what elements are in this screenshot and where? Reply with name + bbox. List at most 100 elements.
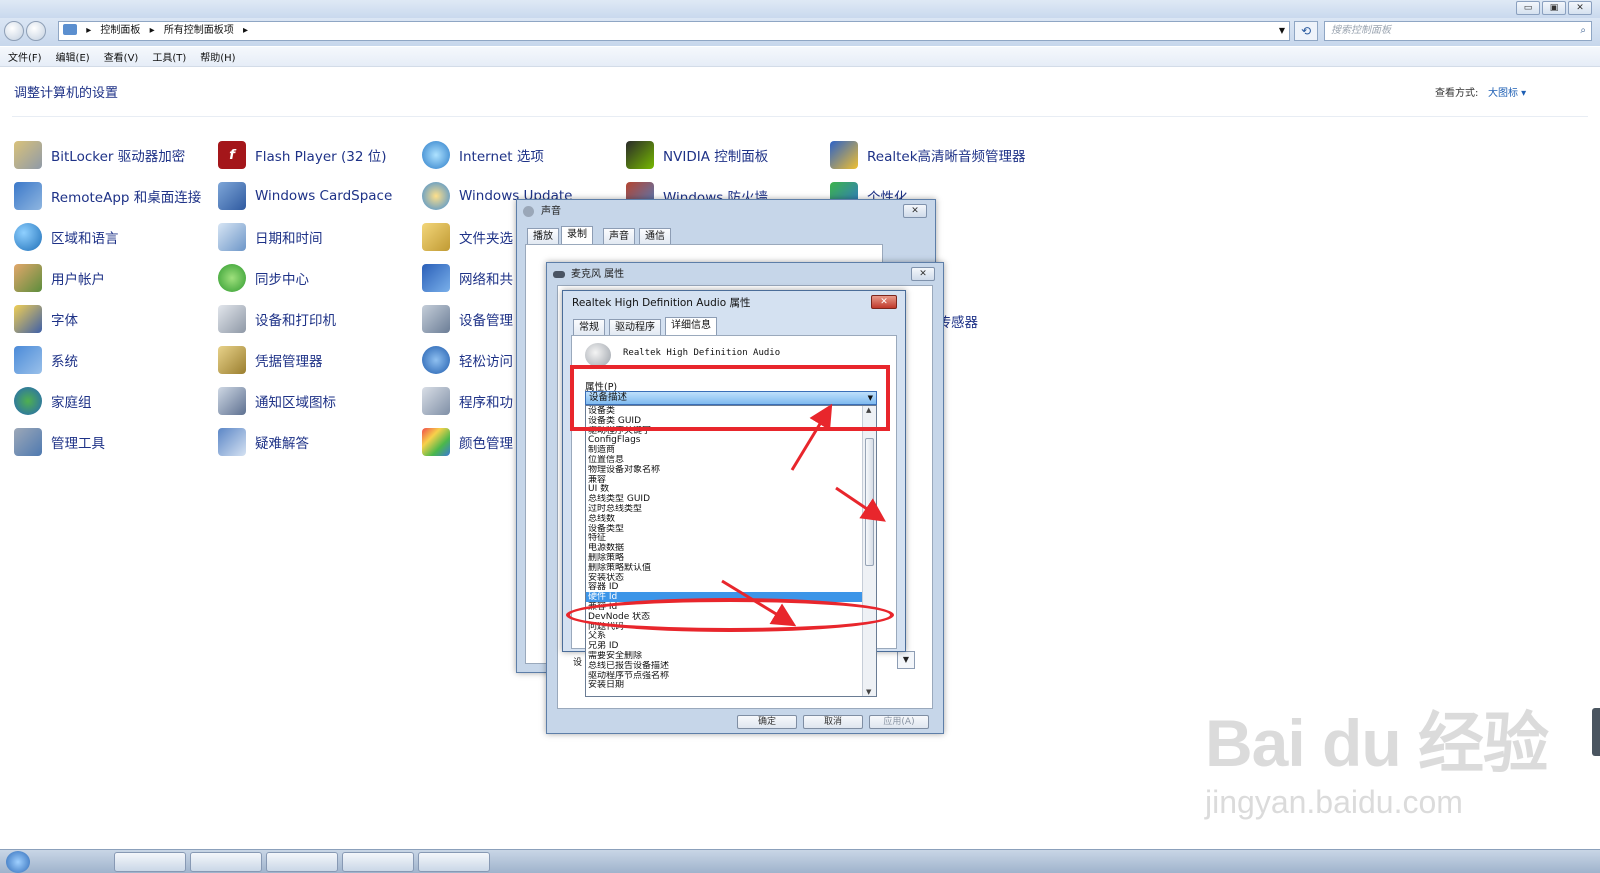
tab-recording[interactable]: 录制 — [561, 226, 593, 244]
cp-item-admin[interactable]: 管理工具 — [14, 428, 105, 456]
back-button[interactable] — [4, 21, 24, 41]
view-by-dropdown[interactable]: 大图标 ▾ — [1488, 84, 1526, 99]
homegroup-icon — [14, 387, 42, 415]
cp-item-troubleshoot[interactable]: 疑难解答 — [218, 428, 309, 456]
property-options-list[interactable]: 设备类 设备类 GUID 驱动程序关键字 ConfigFlags 制造商 位置信息 物理设备… — [585, 405, 877, 697]
cp-item-access[interactable]: 轻松访问 — [422, 346, 513, 374]
property-option[interactable]: 兼容 — [586, 475, 862, 485]
breadcrumb-all-items[interactable]: 所有控制面板项 — [164, 22, 234, 40]
property-option[interactable]: 驱动程序节点强名称 — [586, 671, 862, 681]
menu-help[interactable]: 帮助(H) — [200, 49, 235, 64]
property-option[interactable]: 安装状态 — [586, 573, 862, 583]
property-option[interactable]: 兄弟 ID — [586, 641, 862, 651]
window-titlebar: ▭ ▣ ✕ — [0, 0, 1600, 18]
property-option[interactable]: 电源数据 — [586, 543, 862, 553]
property-option[interactable]: 制造商 — [586, 445, 862, 455]
property-option[interactable]: 特征 — [586, 533, 862, 543]
cp-item-homegroup[interactable]: 家庭组 — [14, 387, 92, 415]
scrollbar[interactable]: ▲ ▼ — [862, 406, 876, 696]
cp-item-credential[interactable]: 凭据管理器 — [218, 346, 323, 374]
close-button[interactable]: ✕ — [1568, 1, 1592, 15]
menu-file[interactable]: 文件(F) — [8, 49, 42, 64]
search-input[interactable]: 搜索控制面板 ⌕ — [1324, 21, 1592, 41]
property-option[interactable]: 容器 ID — [586, 582, 862, 592]
scroll-down-icon[interactable]: ▼ — [866, 688, 871, 696]
property-option[interactable]: 总线已报告设备描述 — [586, 661, 862, 671]
tab-details[interactable]: 详细信息 — [665, 317, 717, 335]
property-option[interactable]: 位置信息 — [586, 455, 862, 465]
property-option[interactable]: 删除策略 — [586, 553, 862, 563]
cp-item-network[interactable]: 网络和共 — [422, 264, 513, 292]
cp-item-devices[interactable]: 设备和打印机 — [218, 305, 336, 333]
cp-item-remoteapp[interactable]: RemoteApp 和桌面连接 — [14, 182, 201, 210]
address-bar[interactable]: ▸ 控制面板 ▸ 所有控制面板项 ▸ ▼ — [58, 21, 1290, 41]
minimize-button[interactable]: ▭ — [1516, 1, 1540, 15]
taskbar-button-5[interactable] — [418, 852, 490, 872]
cp-item-cardspace[interactable]: Windows CardSpace — [218, 182, 392, 210]
cp-item-folder[interactable]: 文件夹选 — [422, 223, 513, 251]
refresh-icon[interactable]: ⟲ — [1294, 21, 1318, 41]
cp-item-nvidia[interactable]: NVIDIA 控制面板 — [626, 141, 768, 169]
users-icon — [14, 264, 42, 292]
cp-item-notify[interactable]: 通知区域图标 — [218, 387, 336, 415]
device-name: Realtek High Definition Audio — [623, 348, 781, 358]
cp-item-sync[interactable]: 同步中心 — [218, 264, 309, 292]
realtek-dialog-close[interactable]: ✕ — [871, 295, 897, 309]
property-option[interactable]: 过时总线类型 — [586, 504, 862, 514]
cp-item-user[interactable]: 用户帐户 — [14, 264, 105, 292]
taskbar-button-3[interactable] — [266, 852, 338, 872]
menu-view[interactable]: 查看(V) — [104, 49, 139, 64]
chevron-down-icon[interactable]: ▼ — [1279, 22, 1285, 40]
menu-tools[interactable]: 工具(T) — [152, 49, 186, 64]
tab-driver[interactable]: 驱动程序 — [609, 319, 661, 335]
mic-device-dropdown[interactable]: ▼ — [897, 651, 915, 669]
tab-general[interactable]: 常规 — [573, 319, 605, 335]
breadcrumb-control-panel[interactable]: 控制面板 — [100, 22, 140, 40]
cp-item-datetime[interactable]: 日期和时间 — [218, 223, 323, 251]
property-option[interactable]: 需要安全删除 — [586, 651, 862, 661]
cp-item-color[interactable]: 颜色管理 — [422, 428, 513, 456]
sound-dialog-close[interactable]: ✕ — [903, 204, 927, 218]
property-option[interactable]: 父系 — [586, 631, 862, 641]
cp-item-programs[interactable]: 程序和功 — [422, 387, 513, 415]
cp-item-devmgr[interactable]: 设备管理 — [422, 305, 513, 333]
property-option[interactable]: UI 数 — [586, 484, 862, 494]
realtek-dialog-title: Realtek High Definition Audio 属性 — [572, 297, 751, 309]
taskbar-button-4[interactable] — [342, 852, 414, 872]
tab-sounds[interactable]: 声音 — [603, 228, 635, 244]
property-option[interactable]: 安装日期 — [586, 680, 862, 690]
cp-item-region[interactable]: 区域和语言 — [14, 223, 119, 251]
property-option[interactable]: 物理设备对象名称 — [586, 465, 862, 475]
maximize-button[interactable]: ▣ — [1542, 1, 1566, 15]
cp-item-system[interactable]: 系统 — [14, 346, 78, 374]
system-icon — [14, 346, 42, 374]
menu-edit[interactable]: 编辑(E) — [56, 49, 90, 64]
speaker-icon — [523, 206, 534, 217]
cp-item-internet[interactable]: Internet 选项 — [422, 141, 544, 169]
globe-icon — [14, 223, 42, 251]
tab-communications[interactable]: 通信 — [639, 228, 671, 244]
taskbar-button-2[interactable] — [190, 852, 262, 872]
taskbar-button-1[interactable] — [114, 852, 186, 872]
property-option[interactable]: 删除策略默认值 — [586, 563, 862, 573]
property-option[interactable]: 总线类型 GUID — [586, 494, 862, 504]
cp-item-font[interactable]: 字体 — [14, 305, 78, 333]
mic-dialog-close[interactable]: ✕ — [911, 267, 935, 281]
search-icon[interactable]: ⌕ — [1580, 22, 1586, 40]
forward-button[interactable] — [26, 21, 46, 41]
page-title: 调整计算机的设置 — [14, 86, 119, 101]
tab-playback[interactable]: 播放 — [527, 228, 559, 244]
start-button[interactable] — [6, 851, 30, 873]
cancel-button[interactable]: 取消 — [803, 715, 863, 729]
property-option[interactable]: 总线数 — [586, 514, 862, 524]
cp-item-flash[interactable]: f Flash Player (32 位) — [218, 141, 386, 169]
ok-button[interactable]: 确定 — [737, 715, 797, 729]
apply-button[interactable]: 应用(A) — [869, 715, 929, 729]
internet-options-icon — [422, 141, 450, 169]
property-option[interactable]: 设备类型 — [586, 524, 862, 534]
property-option[interactable]: ConfigFlags — [586, 435, 862, 445]
side-handle[interactable] — [1592, 708, 1600, 756]
cp-item-bitlocker[interactable]: BitLocker 驱动器加密 — [14, 141, 185, 169]
scrollbar-thumb[interactable] — [865, 438, 874, 566]
cp-item-realtek[interactable]: Realtek高清晰音频管理器 — [830, 141, 1026, 169]
